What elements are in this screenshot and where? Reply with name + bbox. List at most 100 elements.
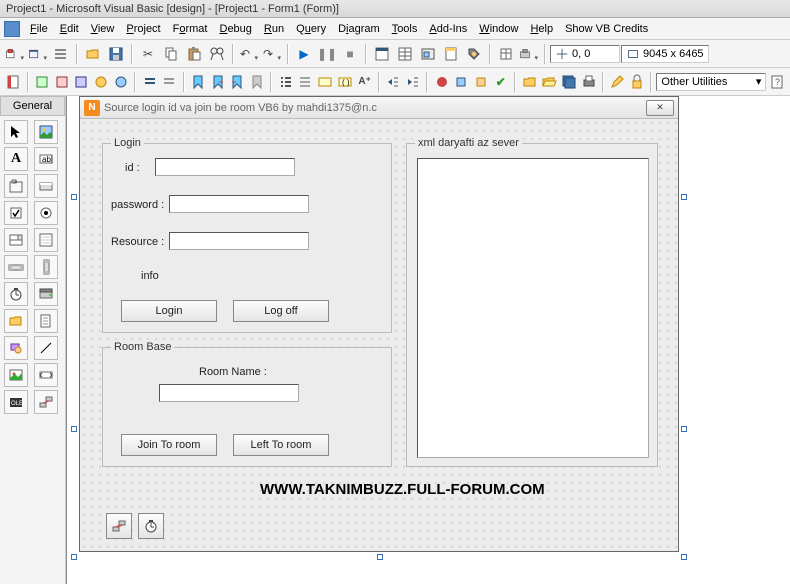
pointer-tool[interactable] [4,120,28,144]
btn-c[interactable] [72,71,91,93]
image-tool[interactable] [4,363,28,387]
indent-button[interactable] [384,71,403,93]
project-explorer-button[interactable] [371,43,393,65]
form-titlebar[interactable]: N Source login id va join be room VB6 by… [80,97,678,119]
dirlistbox-tool[interactable] [4,309,28,333]
textbox-id[interactable] [155,158,295,176]
textbox-tool[interactable]: ab| [34,147,58,171]
lock-button[interactable] [628,71,647,93]
form-layout-button[interactable] [417,43,439,65]
form-client-area[interactable]: Login id : password : Resource : info Lo… [80,119,678,551]
menu-format[interactable]: Format [167,21,214,37]
textbox-password[interactable] [169,195,309,213]
btn-f[interactable] [452,71,471,93]
cut-button[interactable]: ✂ [137,43,159,65]
frame-tool[interactable]: xv [4,174,28,198]
start-button[interactable]: ▶ [293,43,315,65]
btn-a[interactable] [33,71,52,93]
open-folder-button[interactable] [540,71,559,93]
next-bookmark-button[interactable] [208,71,227,93]
help-icon[interactable]: ? [767,71,786,93]
checkbox-tool[interactable] [4,201,28,225]
references-button[interactable] [4,71,23,93]
form-btn-close[interactable]: ✕ [646,100,674,116]
save-button[interactable] [105,43,127,65]
param-info-button[interactable]: ( ) [336,71,355,93]
toolbox-button[interactable] [463,43,485,65]
menu-debug[interactable]: Debug [213,21,257,37]
vscrollbar-tool[interactable] [34,255,58,279]
commandbutton-tool[interactable] [34,174,58,198]
uncomment-button[interactable] [160,71,179,93]
button-login[interactable]: Login [121,300,217,322]
ole-tool[interactable]: OLE [4,390,28,414]
optionbutton-tool[interactable] [34,201,58,225]
copy-button[interactable] [160,43,182,65]
picturebox-tool[interactable] [34,120,58,144]
textbox-roomname[interactable] [159,384,299,402]
menu-project[interactable]: Project [120,21,166,37]
menu-editor-button[interactable] [50,43,72,65]
resize-handle[interactable] [681,194,687,200]
listbox-tool[interactable] [34,228,58,252]
bookmark-button[interactable] [189,71,208,93]
menu-edit[interactable]: Edit [54,21,85,37]
quick-info-button[interactable] [316,71,335,93]
comment-button[interactable] [140,71,159,93]
save-all-button[interactable] [560,71,579,93]
resize-handle[interactable] [681,426,687,432]
button-timer-icon[interactable] [138,513,164,539]
component-manager-button[interactable] [518,43,540,65]
object-browser-button[interactable] [440,43,462,65]
btn-d[interactable] [92,71,111,93]
add-form-button[interactable] [27,43,49,65]
list-props-button[interactable] [276,71,295,93]
menu-diagram[interactable]: Diagram [332,21,386,37]
line-tool[interactable] [34,336,58,360]
filelistbox-tool[interactable] [34,309,58,333]
undo-button[interactable]: ↶ [238,43,260,65]
button-winsock-icon[interactable] [106,513,132,539]
groupbox-xml[interactable]: xml daryafti az sever [406,143,658,467]
timer-tool[interactable] [4,282,28,306]
form-window[interactable]: N Source login id va join be room VB6 by… [79,96,679,552]
label-tool[interactable]: A [4,147,28,171]
btn-b[interactable] [52,71,71,93]
button-left-room[interactable]: Left To room [233,434,329,456]
form-designer-surface[interactable]: N Source login id va join be room VB6 by… [66,96,790,584]
new-folder-button[interactable] [520,71,539,93]
resize-handle[interactable] [681,554,687,560]
groupbox-login[interactable]: Login id : password : Resource : info Lo… [102,143,392,333]
data-view-button[interactable] [495,43,517,65]
resize-handle[interactable] [71,194,77,200]
print-button[interactable] [579,71,598,93]
resize-handle[interactable] [71,426,77,432]
add-project-button[interactable] [4,43,26,65]
data-tool[interactable] [34,363,58,387]
open-button[interactable] [82,43,104,65]
hscrollbar-tool[interactable] [4,255,28,279]
groupbox-room[interactable]: Room Base Room Name : Join To room Left … [102,347,392,467]
shape-tool[interactable] [4,336,28,360]
drivelistbox-tool[interactable] [34,282,58,306]
menu-help[interactable]: Help [524,21,559,37]
btn-e[interactable] [112,71,131,93]
menu-query[interactable]: Query [290,21,332,37]
menu-window[interactable]: Window [473,21,524,37]
redo-button[interactable]: ↷ [261,43,283,65]
winsock-tool[interactable] [34,390,58,414]
menu-credits[interactable]: Show VB Credits [559,21,654,37]
button-logoff[interactable]: Log off [233,300,329,322]
break-button[interactable]: ❚❚ [316,43,338,65]
system-menu-icon[interactable] [4,21,20,37]
paste-button[interactable] [183,43,205,65]
btn-g[interactable] [472,71,491,93]
resize-handle[interactable] [377,554,383,560]
design-mode-button[interactable] [608,71,627,93]
menu-tools[interactable]: Tools [386,21,424,37]
menu-run[interactable]: Run [258,21,290,37]
other-utilities-dropdown[interactable]: Other Utilities▾ [656,73,766,91]
find-button[interactable] [206,43,228,65]
menu-view[interactable]: View [85,21,121,37]
list-constants-button[interactable] [296,71,315,93]
